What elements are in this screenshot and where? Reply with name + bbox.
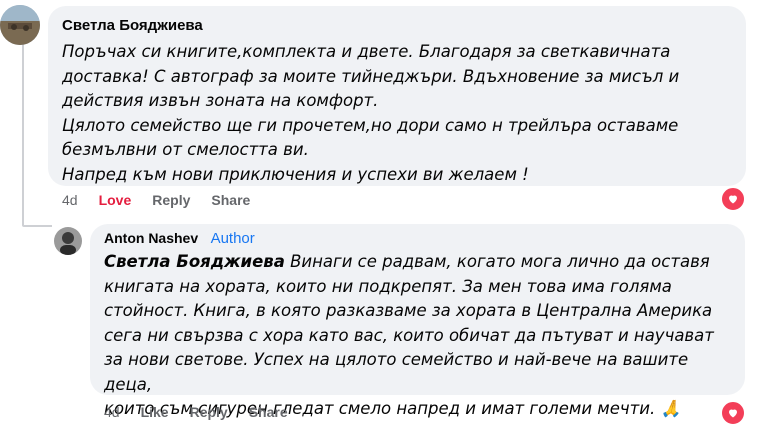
comment-bubble: Светла Бояджиева Поръчах си книгите,комп… [48,6,746,186]
author-badge: Author [210,230,255,247]
comment-line: безмълвни от смелостта ви. [62,140,309,159]
reply-bubble: Anton Nashev Author Светла Бояджиева Вин… [90,224,745,418]
comment-line: Цялото семейство ще ги прочетем,но дори … [62,115,679,135]
mention-link[interactable]: Светла Бояджиева [104,252,285,271]
reply-line: за нови светове. Успех на цялото семейст… [104,350,689,394]
reply-text: Светла Бояджиева Винаги се радвам, когат… [104,250,731,422]
like-button[interactable]: Like [141,404,169,420]
reply-line: стойност. Книга, в която разказваме за х… [104,301,713,320]
thread-line-vertical [22,40,24,225]
comment-line: Напред към нови приключения и успехи ви … [62,164,529,184]
reply-line: книгата на хората, които ни подкрепят. З… [104,276,672,296]
share-button[interactable]: Share [211,192,250,208]
comment-actions: 4d Love Reply Share [62,192,271,208]
heart-icon [729,409,737,418]
reply-timestamp[interactable]: 4d [104,404,120,420]
comment-line: доставка! С автограф за моите тийнеджъри… [62,66,680,86]
avatar[interactable] [0,5,40,45]
reply-button[interactable]: Reply [152,192,190,208]
comment-text: Поръчах си книгите,комплекта и двете. Бл… [62,40,732,187]
heart-icon [729,195,737,204]
reaction-heart-icon[interactable] [720,186,746,212]
love-button[interactable]: Love [99,192,132,208]
reply-line: сега ни свързва с хора като вас, които о… [104,325,714,345]
reply-author[interactable]: Anton Nashev [104,230,198,246]
thread-line-branch [22,225,52,227]
reaction-heart-icon[interactable] [720,400,746,426]
comment-line: действия извън зоната на комфорт. [62,91,379,110]
reply-line: Винаги се радвам, когато мога лично да о… [284,252,710,271]
comment-author[interactable]: Светла Бояджиева [62,17,732,34]
reply-button[interactable]: Reply [190,404,228,420]
avatar[interactable] [54,227,82,255]
reply-actions: 4d Like Reply Share [104,404,309,420]
comment-line: Поръчах си книгите,комплекта и двете. Бл… [62,42,671,61]
comment-timestamp[interactable]: 4d [62,192,78,208]
share-button[interactable]: Share [249,404,288,420]
